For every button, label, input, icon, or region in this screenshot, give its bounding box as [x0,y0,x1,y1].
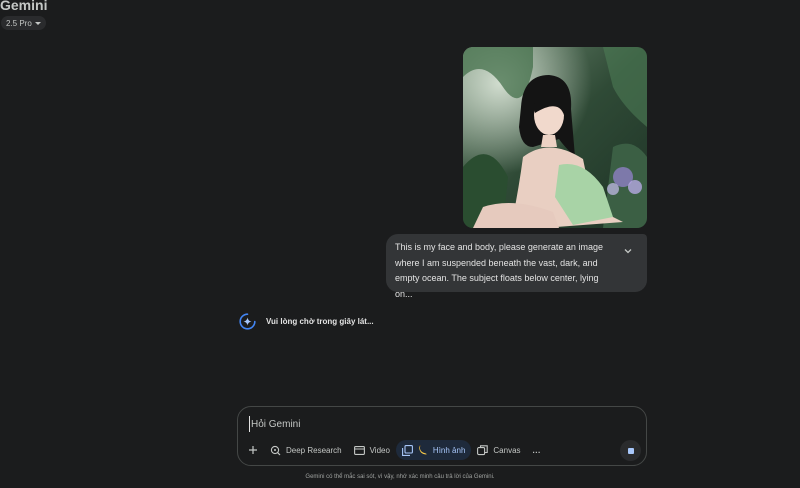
canvas-button[interactable]: Canvas [471,440,526,460]
response-loading: Vui lòng chờ trong giây lát... [239,313,374,330]
deep-research-button[interactable]: Deep Research [264,440,348,460]
canvas-label: Canvas [493,445,521,455]
user-message-bubble: This is my face and body, please generat… [386,234,647,299]
banana-icon [419,445,427,455]
deep-research-icon [270,445,281,455]
model-label: 2.5 Pro [6,18,32,28]
plus-icon [249,446,257,454]
image-label: Hình ảnh [432,445,466,455]
user-uploaded-image[interactable] [463,47,647,228]
gemini-spark-icon [239,313,256,330]
user-message-text: This is my face and body, please generat… [395,242,603,299]
app-title: Gemini [0,0,48,13]
video-icon [353,445,365,455]
prompt-input[interactable] [249,416,609,432]
canvas-icon [477,444,489,455]
image-icon [401,444,413,456]
more-icon: ... [532,445,541,455]
portrait-photo [463,47,647,228]
add-button[interactable] [244,440,264,460]
prompt-composer: Deep Research Video Hình ảnh Canvas ... [237,406,647,466]
more-tools-button[interactable]: ... [527,440,547,460]
video-button[interactable]: Video [348,440,396,460]
footer-disclaimer: Gemini có thể mắc sai sót, vì vậy, nhớ x… [305,474,495,480]
image-button[interactable]: Hình ảnh [395,440,472,460]
stop-button[interactable] [620,440,641,461]
model-picker[interactable]: 2.5 Pro [1,16,46,30]
composer-toolbar: Deep Research Video Hình ảnh Canvas ... [244,440,547,460]
video-label: Video [369,445,390,455]
chevron-down-icon[interactable] [623,243,633,254]
loading-text: Vui lòng chờ trong giây lát... [266,317,374,326]
caret-down-icon [34,21,41,25]
stop-icon [627,447,634,454]
deep-research-label: Deep Research [286,445,342,455]
